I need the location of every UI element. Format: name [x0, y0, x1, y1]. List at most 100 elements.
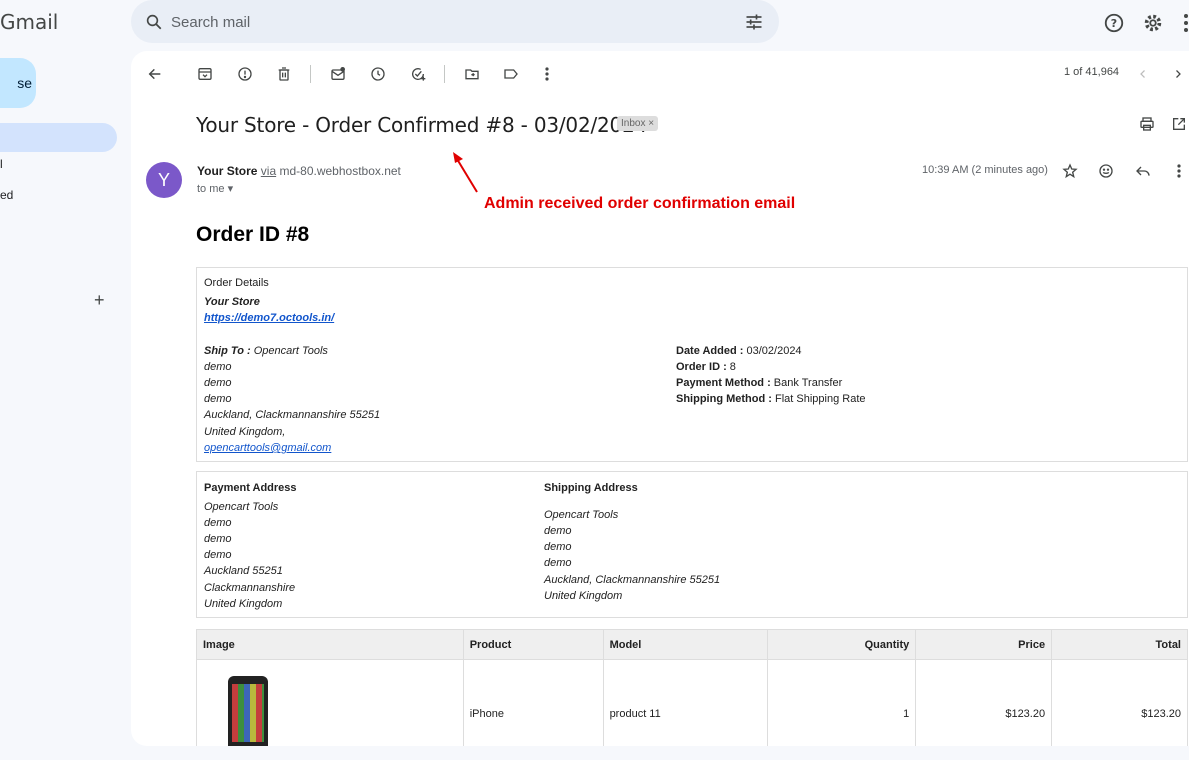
toolbar-divider: [444, 65, 445, 83]
shipping-method-value: Flat Shipping Rate: [775, 393, 866, 405]
open-new-window-icon[interactable]: [1168, 113, 1189, 135]
col-model: Model: [602, 629, 769, 660]
inbox-label-text: Inbox: [621, 118, 646, 129]
inbox-label-badge[interactable]: Inbox ×: [617, 116, 659, 131]
date-added-value: 03/02/2024: [746, 345, 802, 357]
ship-line: demo: [204, 393, 232, 405]
table-header-row: Image Product Model Quantity Price Total: [196, 629, 1188, 660]
sender-name[interactable]: Your Store: [197, 164, 257, 178]
sidebar-item-starred[interactable]: l: [0, 157, 3, 171]
sender-avatar[interactable]: Y: [146, 162, 182, 198]
product-model: product 11: [602, 659, 769, 746]
sidebar-item-snoozed[interactable]: ed: [0, 188, 13, 202]
snooze-clock-icon[interactable]: [367, 63, 389, 85]
recipient-details[interactable]: to me ▾: [197, 182, 233, 195]
back-arrow-icon[interactable]: [144, 63, 166, 85]
archive-icon[interactable]: [194, 63, 216, 85]
email-subject: Your Store - Order Confirmed #8 - 03/02/…: [196, 113, 648, 137]
product-name: iPhone: [462, 659, 604, 746]
annotation-arrow-icon: [453, 152, 478, 193]
ship-to-label: Ship To :: [204, 345, 251, 357]
payment-address-line: demo: [204, 517, 232, 529]
pagination-count: 1 of 41,964: [1064, 66, 1120, 78]
date-added-label: Date Added :: [676, 345, 744, 357]
label-tag-icon[interactable]: [500, 63, 522, 85]
search-options-icon[interactable]: [744, 12, 764, 37]
search-bar: [131, 0, 779, 43]
store-url-link[interactable]: https://demo7.octools.in/: [204, 312, 334, 324]
payment-address-line: Auckland 55251: [204, 565, 283, 577]
product-image-cell: [196, 659, 464, 746]
order-id-label: Order ID :: [676, 361, 727, 373]
chevron-down-icon[interactable]: ▾: [228, 183, 234, 195]
email-view: 1 of 41,964 Your Store - Order Confirmed…: [131, 51, 1189, 746]
col-total: Total: [1051, 629, 1188, 660]
toolbar-divider: [310, 65, 311, 83]
col-quantity: Quantity: [767, 629, 917, 660]
shipping-address-line: demo: [544, 525, 572, 537]
svg-text:?: ?: [1111, 17, 1117, 30]
newer-chevron-icon[interactable]: [1132, 63, 1154, 85]
annotation-note: Admin received order confirmation email: [484, 195, 796, 212]
payment-address-line: United Kingdom: [204, 598, 283, 610]
recipient-text: to me: [197, 183, 225, 195]
settings-gear-icon[interactable]: [1142, 12, 1164, 39]
shipping-address-line: demo: [544, 557, 572, 569]
addresses-box: Payment Address Opencart Tools demo demo…: [196, 471, 1188, 618]
store-name: Your Store: [204, 296, 260, 308]
emoji-react-icon[interactable]: [1095, 160, 1117, 182]
ship-line: United Kingdom,: [204, 426, 286, 438]
shipping-address-line: United Kingdom: [544, 590, 623, 602]
print-icon[interactable]: [1136, 113, 1158, 135]
table-row: iPhone product 11 1 $123.20 $123.20: [196, 659, 1188, 746]
reply-icon[interactable]: [1132, 160, 1154, 182]
product-quantity: 1: [767, 659, 917, 746]
order-details-title: Order Details: [204, 277, 269, 289]
shipping-address-line: Auckland, Clackmannanshire 55251: [544, 574, 721, 586]
shipping-address-title: Shipping Address: [544, 482, 638, 494]
order-heading: Order ID #8: [196, 223, 310, 246]
add-to-tasks-icon[interactable]: [407, 63, 429, 85]
col-product: Product: [462, 629, 604, 660]
col-price: Price: [915, 629, 1053, 660]
message-more-icon[interactable]: [1168, 160, 1189, 182]
ship-line: demo: [204, 361, 232, 373]
payment-address-line: Opencart Tools: [204, 501, 279, 513]
col-image: Image: [196, 629, 464, 660]
report-spam-icon[interactable]: [234, 63, 256, 85]
sidebar-item-inbox[interactable]: [0, 123, 117, 152]
ship-line: demo: [204, 377, 232, 389]
payment-method-value: Bank Transfer: [773, 377, 843, 389]
older-chevron-icon[interactable]: [1167, 63, 1189, 85]
star-icon[interactable]: [1059, 160, 1081, 182]
order-details-box: Order Details Your Store https://demo7.o…: [196, 267, 1188, 462]
compose-button[interactable]: se: [0, 58, 36, 108]
customer-email-link[interactable]: opencarttools@gmail.com: [204, 442, 331, 454]
ship-line: Auckland, Clackmannanshire 55251: [204, 409, 381, 421]
help-icon[interactable]: ?: [1103, 12, 1125, 39]
payment-method-label: Payment Method :: [676, 377, 771, 389]
product-image[interactable]: [228, 675, 268, 746]
ship-to-name: Opencart Tools: [253, 345, 328, 357]
mark-unread-icon[interactable]: [327, 63, 349, 85]
remove-label-icon[interactable]: ×: [648, 118, 654, 129]
search-input[interactable]: [171, 10, 711, 34]
gmail-logo[interactable]: Gmail: [0, 10, 58, 34]
order-id-value: 8: [729, 361, 736, 373]
delete-trash-icon[interactable]: [273, 63, 295, 85]
apps-grid-icon[interactable]: [1180, 12, 1189, 39]
payment-address-title: Payment Address: [204, 482, 297, 494]
via-link[interactable]: via: [261, 164, 276, 178]
payment-address-line: demo: [204, 533, 232, 545]
search-icon[interactable]: [145, 13, 163, 36]
payment-address-line: Clackmannanshire: [204, 582, 296, 594]
compose-label: se: [17, 75, 32, 91]
sender-line: Your Store via md-80.webhostbox.net: [197, 164, 401, 178]
more-options-icon[interactable]: [536, 63, 558, 85]
move-to-folder-icon[interactable]: [461, 63, 483, 85]
products-table: Image Product Model Quantity Price Total…: [196, 629, 1188, 746]
sender-domain: md-80.webhostbox.net: [279, 164, 401, 178]
email-timestamp: 10:39 AM (2 minutes ago): [922, 164, 1048, 176]
add-label-icon[interactable]: +: [94, 290, 105, 311]
shipping-address-line: demo: [544, 541, 572, 553]
